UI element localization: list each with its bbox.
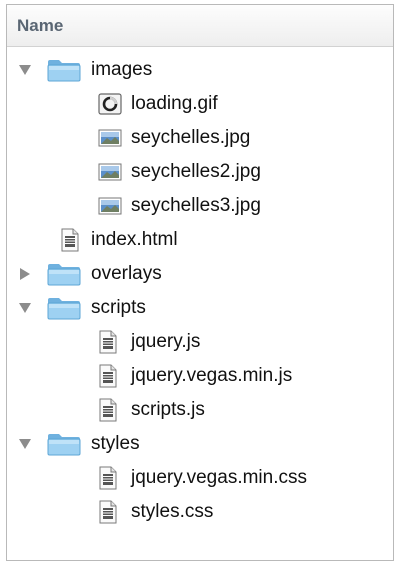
- folder-icon: [47, 58, 81, 87]
- folder-icon: [47, 296, 81, 325]
- jpg-image-icon: [98, 129, 122, 152]
- jpg-image-icon: [98, 163, 122, 186]
- file-tree: images loading.gif seychelles.jpg seychelle…: [7, 47, 393, 529]
- name-column-header[interactable]: Name: [7, 5, 393, 47]
- file-name: scripts.js: [131, 399, 205, 420]
- file-name: loading.gif: [131, 93, 218, 114]
- file-name: styles.css: [131, 501, 214, 522]
- folder-name: scripts: [91, 297, 146, 318]
- file-name: jquery.js: [131, 331, 201, 352]
- document-icon: [98, 466, 118, 495]
- name-column-label: Name: [17, 15, 64, 35]
- file-row-loading-gif[interactable]: loading.gif: [7, 87, 393, 121]
- file-browser-window: Name images loading.gif seychelles.jpg seyc…: [6, 4, 394, 561]
- folder-name: styles: [91, 433, 140, 454]
- file-row-scripts-js[interactable]: scripts.js: [7, 393, 393, 427]
- file-name: seychelles2.jpg: [131, 161, 261, 182]
- document-icon: [98, 398, 118, 427]
- folder-row-styles[interactable]: styles: [7, 427, 393, 461]
- folder-icon: [47, 432, 81, 461]
- folder-icon: [47, 262, 81, 291]
- document-icon: [98, 500, 118, 529]
- disclosure-expanded-icon[interactable]: [18, 437, 32, 451]
- disclosure-collapsed-icon[interactable]: [18, 267, 32, 281]
- file-name: seychelles.jpg: [131, 127, 251, 148]
- file-row-styles-css[interactable]: styles.css: [7, 495, 393, 529]
- file-name: jquery.vegas.min.js: [131, 365, 293, 386]
- file-name: jquery.vegas.min.css: [131, 467, 307, 488]
- file-row-jquery-vegas-min-js[interactable]: jquery.vegas.min.js: [7, 359, 393, 393]
- file-name: seychelles3.jpg: [131, 195, 261, 216]
- folder-name: overlays: [91, 263, 162, 284]
- jpg-image-icon: [98, 197, 122, 220]
- file-row-index-html[interactable]: index.html: [7, 223, 393, 257]
- file-name: index.html: [91, 229, 178, 250]
- file-row-jquery-js[interactable]: jquery.js: [7, 325, 393, 359]
- folder-name: images: [91, 59, 153, 80]
- file-row-seychelles3-jpg[interactable]: seychelles3.jpg: [7, 189, 393, 223]
- folder-row-scripts[interactable]: scripts: [7, 291, 393, 325]
- document-icon: [98, 330, 118, 359]
- gif-image-icon: [98, 93, 122, 120]
- disclosure-expanded-icon[interactable]: [18, 63, 32, 77]
- document-icon: [98, 364, 118, 393]
- document-icon: [60, 228, 80, 257]
- folder-row-overlays[interactable]: overlays: [7, 257, 393, 291]
- file-row-seychelles2-jpg[interactable]: seychelles2.jpg: [7, 155, 393, 189]
- folder-row-images[interactable]: images: [7, 53, 393, 87]
- file-row-jquery-vegas-min-css[interactable]: jquery.vegas.min.css: [7, 461, 393, 495]
- disclosure-expanded-icon[interactable]: [18, 301, 32, 315]
- file-row-seychelles-jpg[interactable]: seychelles.jpg: [7, 121, 393, 155]
